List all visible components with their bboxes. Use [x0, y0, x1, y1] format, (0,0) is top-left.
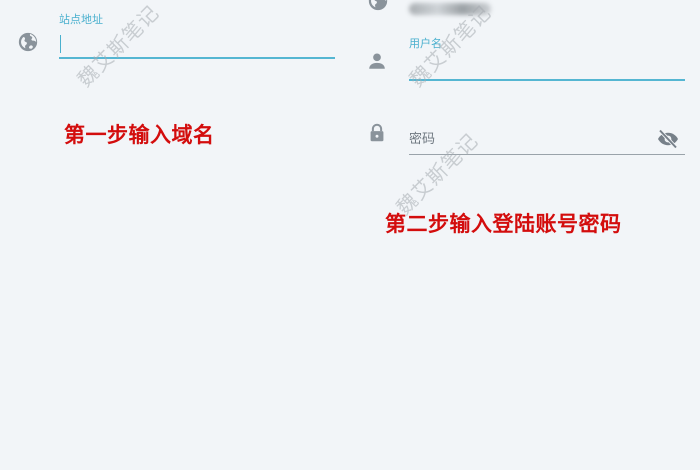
eye-off-icon[interactable]: [656, 127, 680, 151]
globe-icon: [17, 31, 39, 53]
lock-icon: [366, 122, 388, 144]
step-two-annotation: 第二步输入登陆账号密码: [385, 211, 622, 236]
site-address-label: 站点地址: [59, 13, 103, 26]
login-screen: 站点地址 用户名 密码 第一步输入域名 第二步输入登陆账号密码 魏艾斯笔记 魏艾…: [0, 0, 700, 470]
globe-icon-top: [367, 0, 389, 12]
step-one-annotation: 第一步输入域名: [64, 122, 215, 147]
username-underline: [409, 79, 685, 81]
user-icon: [366, 50, 388, 72]
